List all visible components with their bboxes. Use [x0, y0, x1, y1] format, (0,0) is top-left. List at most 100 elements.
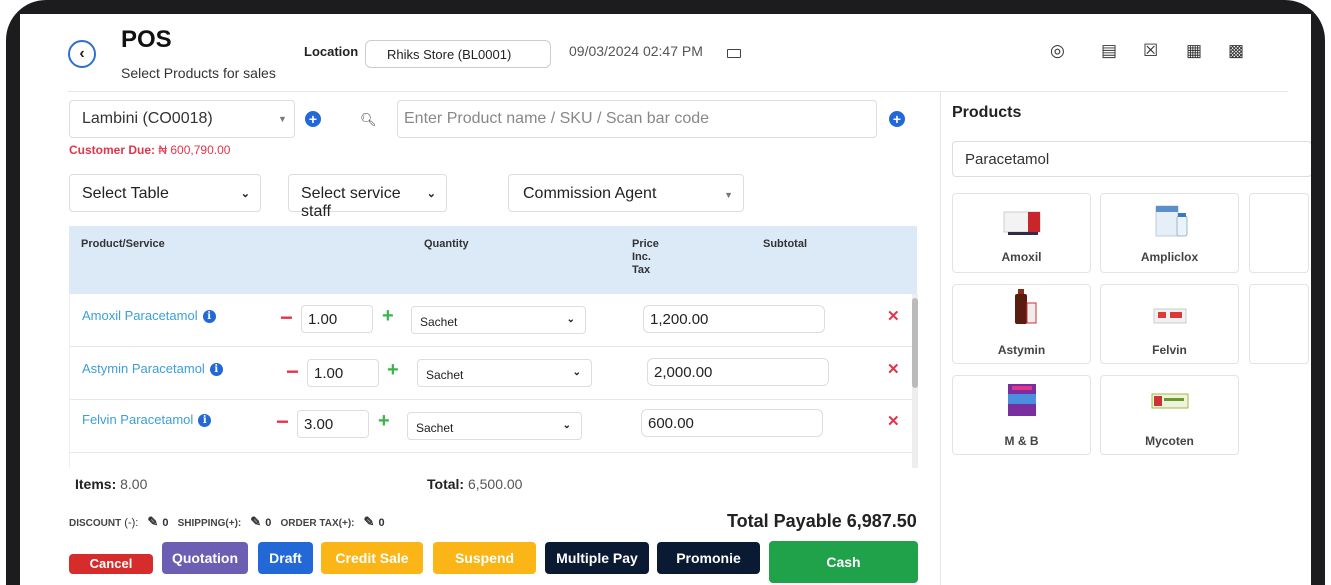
product-card-astymin[interactable]: Astymin [952, 284, 1091, 364]
location-label: Location [304, 44, 359, 59]
calculator-icon[interactable]: ▩ [1228, 41, 1244, 61]
quantity-input[interactable]: 1.00 [301, 305, 373, 333]
unit-select[interactable]: Sachet ⌄ [407, 412, 582, 440]
register-icon[interactable]: ▦ [1186, 41, 1202, 61]
product-name: Amoxil Paracetamol [82, 308, 198, 323]
info-icon[interactable]: i [209, 363, 223, 376]
discount-label: DISCOUNT [69, 518, 122, 529]
service-staff-select[interactable]: Select service staff ⌄ [288, 174, 447, 220]
decrease-qty-button[interactable]: − [280, 305, 293, 331]
items-count: Items: 8.00 [75, 476, 147, 492]
cart-table-header: Product/Service Quantity Price Inc. Tax … [69, 226, 917, 294]
product-card-partial[interactable] [1249, 284, 1309, 364]
quotation-button[interactable]: Quotation [162, 542, 248, 574]
cart-scroll-thumb[interactable] [912, 298, 918, 388]
search-icon: 🔍︎ [360, 112, 377, 127]
customer-select[interactable]: Lambini (CO0018) [69, 100, 295, 138]
suspend-button[interactable]: Suspend [433, 542, 536, 574]
chevron-down-icon: ⌄ [572, 367, 581, 378]
header-price: Price Inc. Tax [632, 238, 659, 276]
total-label: Total: [427, 476, 465, 492]
m-and-b-thumbnail [1007, 384, 1036, 416]
price-input[interactable]: 600.00 [641, 409, 823, 437]
shipping-label: SHIPPING(+): [177, 518, 242, 529]
product-name-link[interactable]: Astymin Paracetamol i [82, 361, 223, 376]
astymin-thumbnail [1014, 289, 1036, 324]
remove-item-button[interactable]: ✕ [887, 307, 900, 325]
product-card-name: Amoxil [1001, 250, 1042, 264]
product-search-input[interactable] [397, 100, 877, 138]
chevron-down-icon: ⌄ [240, 188, 250, 200]
location-field[interactable]: Rhiks Store (BL0001) [365, 40, 551, 68]
cash-button[interactable]: Cash [769, 541, 918, 583]
caret-down-icon: ▼ [724, 190, 733, 200]
order-tax-value: 0 [378, 517, 385, 529]
service-staff-label: Select service staff [301, 185, 401, 220]
product-card-name: Astymin [997, 343, 1046, 357]
increase-qty-button[interactable]: + [387, 359, 399, 382]
remove-item-button[interactable]: ✕ [887, 412, 900, 430]
product-card-ampliclox[interactable]: Ampliclox [1100, 193, 1239, 273]
unit-select[interactable]: Sachet ⌄ [417, 359, 592, 387]
product-name: Astymin Paracetamol [82, 361, 205, 376]
quantity-input[interactable]: 1.00 [307, 359, 379, 387]
decrease-qty-button[interactable]: − [286, 359, 299, 385]
pos-screen: ‹ POS Select Products for sales Location… [20, 14, 1311, 585]
multiple-pay-button[interactable]: Multiple Pay [545, 542, 649, 574]
receipt-icon[interactable]: ▤ [1101, 41, 1117, 61]
ampliclox-thumbnail [1155, 205, 1187, 237]
info-icon[interactable]: i [198, 414, 212, 427]
cart-table-body: Amoxil Paracetamol i − 1.00 + Sachet ⌄ 1,2… [69, 294, 917, 468]
products-search-input[interactable]: Paracetamol [952, 141, 1311, 177]
remove-item-button[interactable]: ✕ [887, 360, 900, 378]
table-row: Astymin Paracetamol i − 1.00 + Sachet ⌄ 2,… [70, 347, 914, 400]
product-card-partial[interactable] [1249, 193, 1309, 273]
increase-qty-button[interactable]: + [382, 305, 394, 328]
product-card-name: Ampliclox [1140, 250, 1199, 264]
product-name: Felvin Paracetamol [82, 412, 194, 427]
product-card-amoxil[interactable]: Amoxil [952, 193, 1091, 273]
edit-order-tax-icon[interactable]: ✎ [364, 514, 375, 529]
commission-agent-select[interactable]: Commission Agent ▼ [508, 174, 744, 212]
price-input[interactable]: 1,200.00 [643, 305, 825, 333]
credit-sale-button[interactable]: Credit Sale [321, 542, 423, 574]
promonie-button[interactable]: Promonie [657, 542, 760, 574]
product-card-mycoten[interactable]: Mycoten [1100, 375, 1239, 455]
draft-button[interactable]: Draft [258, 542, 313, 574]
add-product-button[interactable]: + [889, 111, 905, 127]
product-card-felvin[interactable]: Felvin [1100, 284, 1239, 364]
add-customer-button[interactable]: + [305, 111, 321, 127]
keyboard-icon[interactable] [727, 49, 741, 58]
mycoten-thumbnail [1151, 393, 1188, 409]
amoxil-thumbnail [1003, 211, 1040, 235]
unit-label: Sachet [420, 315, 458, 329]
items-value: 8.00 [120, 476, 148, 492]
back-button[interactable]: ‹ [68, 40, 96, 68]
total-payable: Total Payable 6,987.50 [727, 511, 917, 531]
quantity-input[interactable]: 3.00 [297, 410, 369, 438]
bag-icon[interactable]: ☒ [1143, 41, 1158, 61]
discount-sign: (-): [124, 517, 139, 529]
edit-discount-icon[interactable]: ✎ [147, 514, 158, 529]
header-quantity: Quantity [424, 238, 469, 250]
datetime-display: 09/03/2024 02:47 PM [569, 43, 703, 59]
felvin-thumbnail [1153, 308, 1186, 324]
info-icon[interactable]: i [202, 310, 216, 323]
edit-shipping-icon[interactable]: ✎ [250, 514, 261, 529]
cart-total: Total: 6,500.00 [427, 476, 522, 492]
product-card-name: M & B [1004, 434, 1039, 448]
product-card-m-and-b[interactable]: M & B [952, 375, 1091, 455]
product-name-link[interactable]: Amoxil Paracetamol i [82, 308, 216, 323]
product-name-link[interactable]: Felvin Paracetamol i [82, 412, 212, 427]
page-subtitle: Select Products for sales [121, 65, 276, 81]
header-product: Product/Service [81, 238, 165, 250]
increase-qty-button[interactable]: + [378, 410, 390, 433]
decrease-qty-button[interactable]: − [276, 409, 289, 435]
cancel-button[interactable]: Cancel [69, 554, 153, 574]
price-input[interactable]: 2,000.00 [647, 358, 829, 386]
unit-select[interactable]: Sachet ⌄ [411, 306, 586, 334]
eye-icon[interactable]: ◎ [1050, 41, 1065, 61]
items-label: Items: [75, 476, 117, 492]
header-subtotal: Subtotal [763, 238, 807, 250]
table-select[interactable]: Select Table ⌄ [69, 174, 261, 212]
